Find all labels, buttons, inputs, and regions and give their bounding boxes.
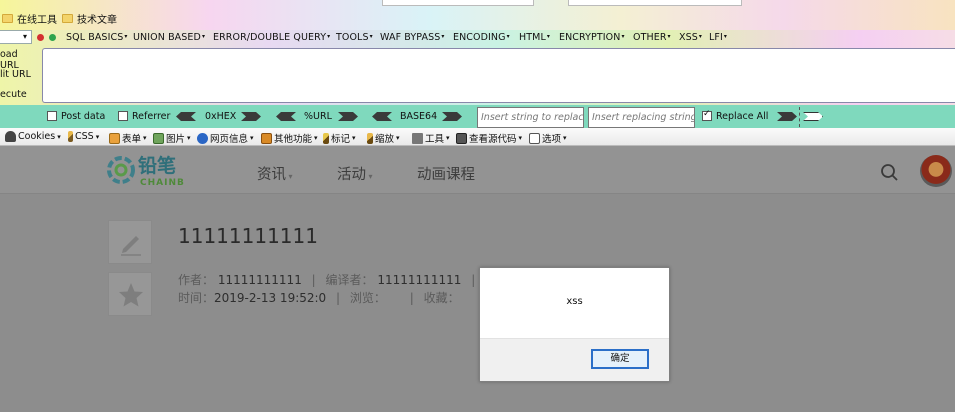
translator-value: 11111111111 [377,273,462,287]
time-value: 2019-2-13 19:52:0 [214,291,327,305]
split-url-button[interactable]: lit URL [0,69,32,80]
pencil-icon [121,236,141,256]
bookmark-label: 在线工具 [17,15,57,26]
toolbar-label: 其他功能 [274,134,313,145]
search-icon[interactable] [880,163,900,183]
toolbar-options[interactable]: 选项 [529,131,567,145]
logo-cn-text: 铅笔 [138,154,176,177]
alert-footer: 确定 [480,338,669,381]
toolbar-label: 查看源代码 [469,134,517,145]
form-icon [109,132,120,144]
article-title: 11111111111 [178,224,318,248]
toolbar-css[interactable]: CSS [68,131,99,142]
fav-label: 收藏： [423,291,460,305]
menu-xss[interactable]: XSS [679,32,702,43]
toolbar-resize[interactable]: 缩放 [367,131,400,145]
ok-button[interactable]: 确定 [591,349,649,369]
toolbar-label: 网页信息 [210,134,249,145]
author-label: 作者： [178,273,215,287]
options-icon [529,132,540,144]
menu-sql-basics[interactable]: SQL BASICS [66,32,127,43]
hex-label: 0xHEX [205,111,237,122]
referrer-label: Referrer [132,111,171,122]
menu-union-based[interactable]: UNION BASED [133,32,205,43]
hackbar-select[interactable]: ▾ [0,30,32,44]
toolbar-misc[interactable]: 其他功能 [261,131,318,145]
menu-waf-bypass[interactable]: WAF BYPASS [380,32,444,43]
execute-button[interactable]: ecute [0,89,32,100]
toolbar-label: 工具 [425,134,445,145]
menu-other[interactable]: OTHER [633,32,671,43]
bookmark-item[interactable]: 在线工具 [2,11,57,26]
article-meta-line2: 时间：2019-2-13 19:52:0 | 浏览： | 收藏： [178,291,460,305]
alert-message: xss [566,296,583,307]
toolbar-view-source[interactable]: 查看源代码 [456,131,522,145]
folder-icon [2,14,13,23]
minus-icon[interactable] [37,34,44,41]
views-label: 浏览： [349,291,386,305]
replace-all-checkbox[interactable] [702,109,712,121]
replacing-string-input[interactable]: Insert replacing string [588,107,695,128]
ruler-icon [367,132,373,144]
post-data-label: Post data [61,111,106,122]
toolbar-tools[interactable]: 工具 [412,131,450,145]
menu-error-double-query[interactable]: ERROR/DOUBLE QUERY [213,32,330,43]
base64-label: BASE64 [400,111,438,122]
toolbar-label: 选项 [542,134,562,145]
url-label: %URL [304,111,332,122]
search-box-edge[interactable] [382,0,534,6]
toolbar-page-info[interactable]: 网页信息 [197,131,254,145]
post-data-checkbox[interactable] [47,111,57,121]
referrer-checkbox[interactable] [118,111,128,121]
source-icon [456,132,467,144]
toolbar-cookies[interactable]: Cookies [5,131,61,142]
toolbar-label: Cookies [18,131,56,142]
person-icon [5,131,16,142]
menu-lfi[interactable]: LFI [709,32,727,43]
nav-news[interactable]: 资讯 [257,163,293,184]
divider [799,107,800,127]
menu-tools[interactable]: TOOLS [336,32,373,43]
star-icon [119,283,143,307]
toolbar-label: 缩放 [375,134,395,145]
plus-icon[interactable] [49,34,56,41]
load-url-button[interactable]: oad URL [0,49,32,71]
nav-events[interactable]: 活动 [337,163,373,184]
favorite-icon-box[interactable] [108,272,152,316]
toolbar-images[interactable]: 图片 [153,131,191,145]
marker-icon [323,132,329,144]
article-meta-line1: 作者： 11111111111 | 编译者： 11111111111 | 来源 [178,271,509,288]
site-logo[interactable]: 铅笔 CHAINB [104,152,204,188]
edit-icon-box[interactable] [108,220,152,264]
image-icon [153,132,164,144]
toolbar-forms[interactable]: 表单 [109,131,147,145]
replace-string-input[interactable]: Insert string to replace [477,107,584,128]
menu-encoding[interactable]: ENCODING [453,32,510,43]
toolbar-label: 图片 [166,134,186,145]
search-box-edge[interactable] [568,0,742,6]
logo-en-text: CHAINB [140,178,185,188]
nav-courses[interactable]: 动画课程 [417,163,475,184]
time-label: 时间： [178,291,215,305]
replace-all-label: Replace All [716,111,769,122]
info-icon [197,132,208,144]
toolbar-label: 表单 [122,134,142,145]
bookmark-item[interactable]: 技术文章 [62,11,117,26]
menu-encryption[interactable]: ENCRYPTION [559,32,625,43]
toolbar-label: 标记 [331,134,351,145]
folder-icon [62,14,73,23]
toolbar-label: CSS [75,131,94,142]
bookmark-label: 技术文章 [77,15,117,26]
url-textarea[interactable] [42,48,955,103]
toolbar-outline[interactable]: 标记 [323,131,356,145]
wrench-icon [412,132,423,144]
pencil-icon [68,131,73,142]
translator-label: 编译者： [325,273,374,287]
alert-dialog: xss 确定 [479,267,670,382]
misc-icon [261,132,272,144]
avatar[interactable] [920,155,952,187]
menu-html[interactable]: HTML [519,32,550,43]
logo-mark-icon [107,156,135,184]
author-value: 11111111111 [217,273,302,287]
